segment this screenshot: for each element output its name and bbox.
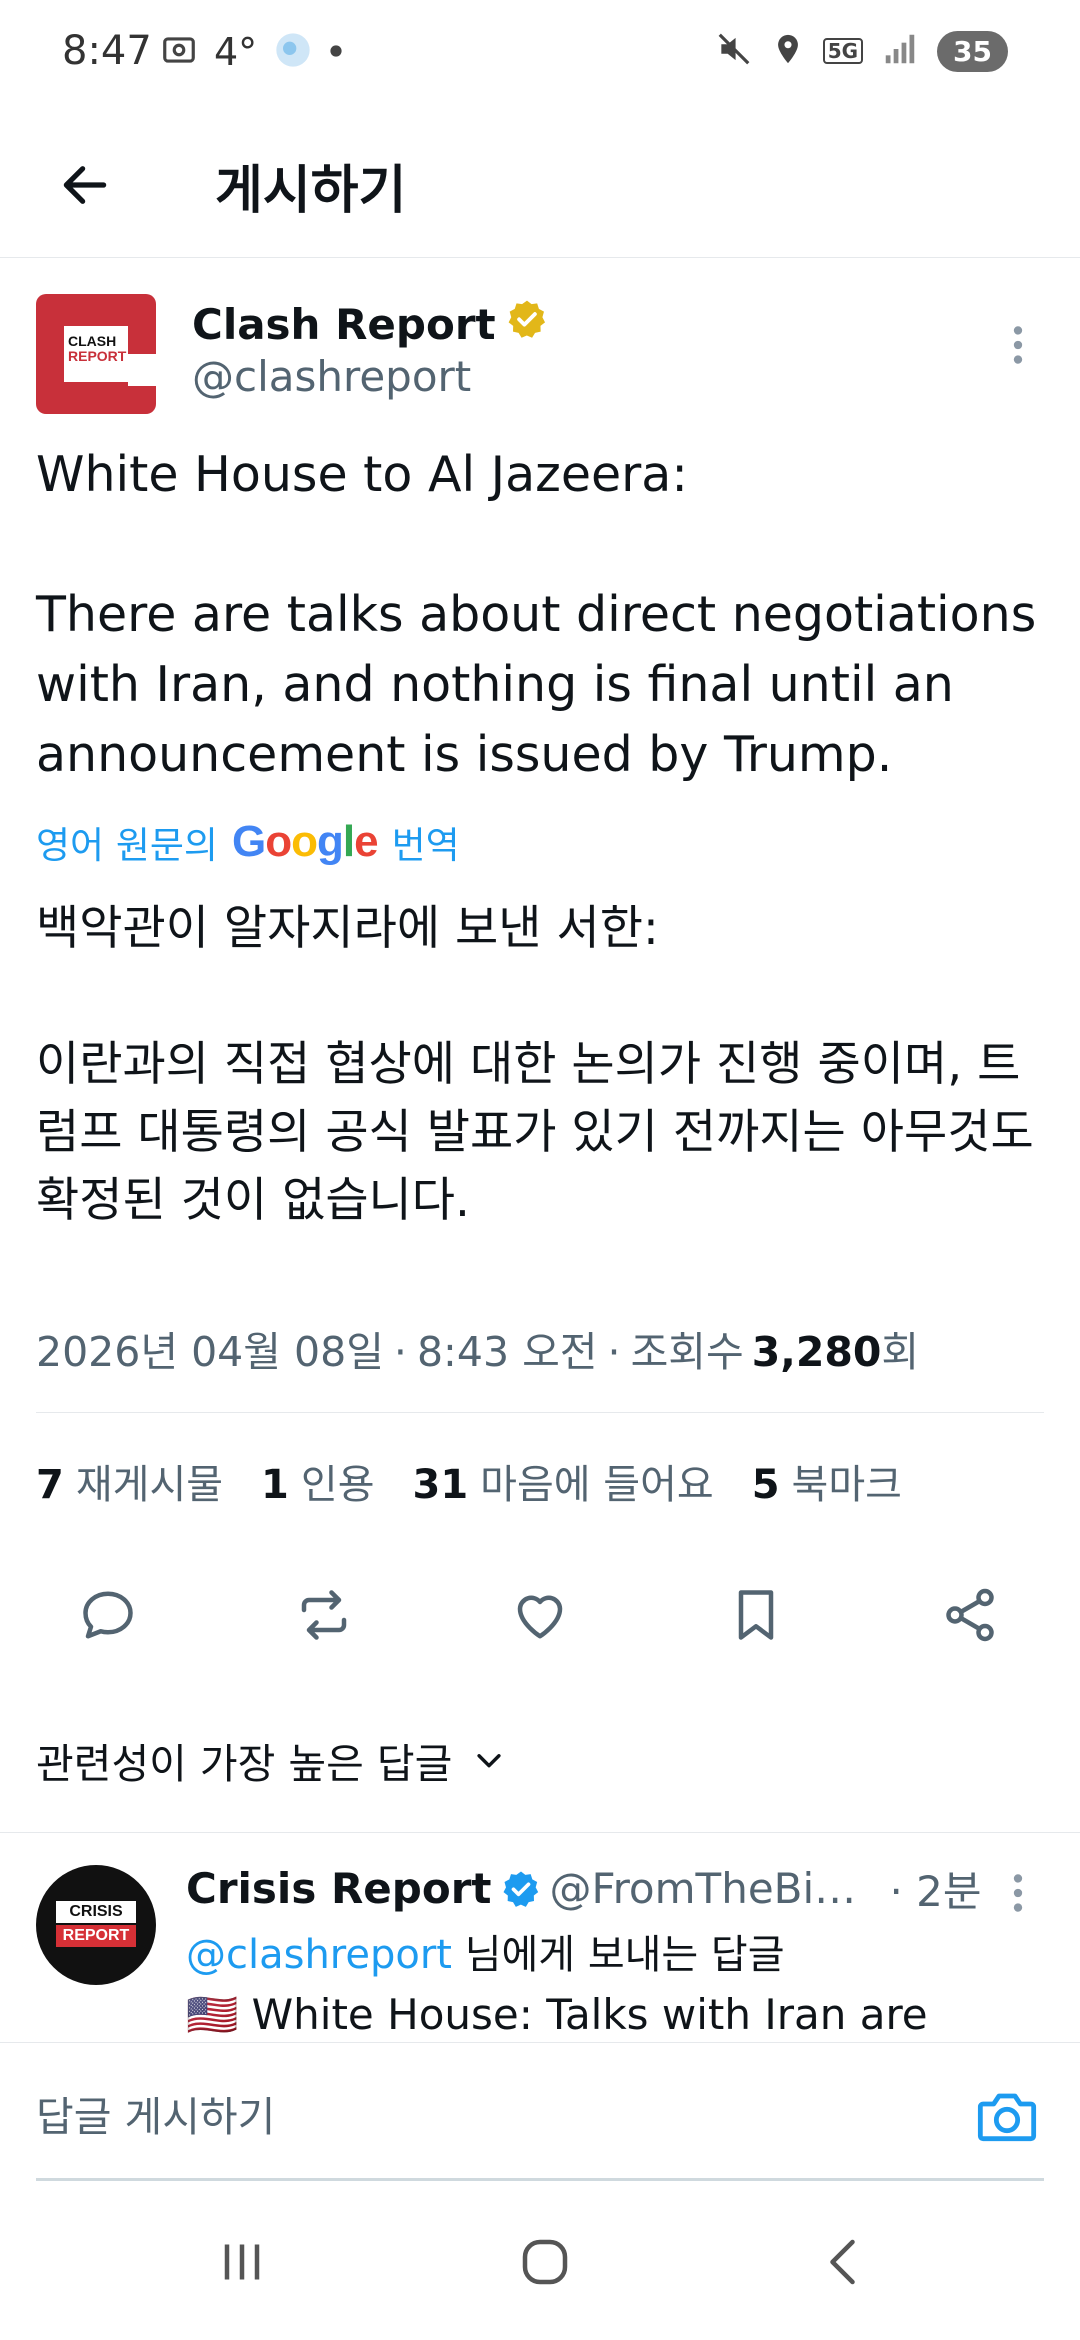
battery-icon: 35 (937, 30, 1008, 72)
chevron-down-icon (477, 1754, 501, 1768)
author-handle[interactable]: @clashreport (192, 352, 471, 401)
avatar-logo-text: CLASH REPORT (68, 333, 127, 364)
author-name[interactable]: Clash Report (192, 298, 548, 350)
bookmark-button[interactable] (716, 1575, 796, 1655)
mute-icon (715, 30, 753, 72)
share-icon (946, 1588, 994, 1642)
camera-icon (977, 2093, 1037, 2142)
screenshot-icon (160, 31, 198, 73)
translation-attribution[interactable]: 영어 원문의 Google 번역 (36, 815, 460, 869)
home-button[interactable] (495, 2222, 595, 2302)
more-vertical-icon (1013, 1874, 1023, 1912)
reply-author-name[interactable]: Crisis Report (186, 1864, 491, 1913)
temperature-text: 4° (214, 30, 258, 74)
heart-icon (517, 1595, 563, 1639)
page-title: 게시하기 (215, 161, 407, 221)
home-icon (522, 2239, 568, 2285)
stat-likes[interactable]: 31 마음에 들어요 (413, 1452, 714, 1510)
reply-more-options-button[interactable] (1000, 1868, 1036, 1918)
status-bar: 8:47 4° 5G 35 (0, 0, 1080, 110)
recent-apps-icon (224, 2244, 260, 2280)
5g-icon: 5G (822, 38, 864, 64)
views-label: 조회수 (630, 1328, 744, 1376)
engagement-stats: 7 재게시물 1 인용 31 마음에 들어요 5 북마크 (36, 1452, 902, 1510)
tweet-date: 2026년 04월 08일 (36, 1328, 384, 1376)
share-button[interactable] (930, 1575, 1010, 1655)
camera-button[interactable] (975, 2088, 1045, 2148)
reply-mention-link[interactable]: @clashreport (186, 1932, 452, 1978)
reply-icon (83, 1591, 133, 1639)
system-navigation-bar (0, 2182, 1080, 2340)
arrow-left-icon (63, 166, 107, 204)
chevron-left-icon (830, 2239, 855, 2285)
dot-icon (329, 43, 343, 62)
translated-text: 백악관이 알자지라에 보낸 서한: 이란과의 직접 협상에 대한 논의가 진행 … (36, 901, 1034, 1228)
location-icon (771, 30, 805, 72)
stat-bookmarks[interactable]: 5 북마크 (752, 1452, 902, 1510)
status-left-icons: 4° (160, 30, 343, 74)
weather-icon (273, 30, 313, 74)
reply-sort-dropdown[interactable]: 관련성이 가장 높은 답글 (36, 1730, 506, 1790)
action-bar (0, 1575, 1080, 1655)
composer-underline (36, 2178, 1044, 2181)
tweet-meta: 2026년 04월 08일 · 8:43 오전 · 조회수 3,280회 (36, 1318, 919, 1378)
back-nav-button[interactable] (795, 2222, 895, 2302)
reply-avatar[interactable]: CRISIS REPORT (36, 1865, 156, 1985)
reply-input[interactable]: 답글 게시하기 (36, 2083, 275, 2143)
repost-icon (301, 1590, 347, 1640)
status-time: 8:47 (62, 28, 152, 74)
replying-to: @clashreport 님에게 보내는 답글 (186, 1932, 785, 1978)
signal-icon (881, 30, 919, 72)
back-button[interactable] (50, 150, 120, 220)
repost-button[interactable] (284, 1575, 364, 1655)
verified-gold-badge-icon (506, 298, 548, 350)
avatar[interactable]: CLASH REPORT (36, 294, 156, 414)
reply-time: · 2분 (889, 1867, 982, 1916)
reply-button[interactable] (68, 1575, 148, 1655)
divider (0, 1832, 1080, 1833)
like-button[interactable] (500, 1575, 580, 1655)
reply-text: 🇺🇸 White House: Talks with Iran are (186, 1990, 928, 2039)
stat-reposts[interactable]: 7 재게시물 (36, 1452, 223, 1510)
verified-blue-badge-icon (501, 1869, 541, 1909)
tweet-text: White House to Al Jazeera: There are tal… (36, 446, 1037, 783)
more-options-button[interactable] (1000, 320, 1036, 370)
reply-header: Crisis Report @FromTheBig... · 2분 (186, 1858, 986, 1919)
divider (36, 1412, 1044, 1413)
google-logo-icon: Google (231, 817, 379, 866)
stat-quotes[interactable]: 1 인용 (261, 1452, 374, 1510)
reply-author-handle[interactable]: @FromTheBig... (549, 1864, 869, 1913)
recent-apps-button[interactable] (192, 2222, 292, 2302)
status-right-icons: 5G 35 (715, 30, 1008, 72)
top-app-bar: 게시하기 (0, 110, 1080, 258)
reply-composer: 답글 게시하기 (0, 2042, 1080, 2182)
views-count: 3,280 (751, 1328, 882, 1376)
more-vertical-icon (1013, 326, 1023, 364)
bookmark-icon (738, 1590, 774, 1640)
tweet-time: 8:43 오전 (416, 1328, 598, 1376)
